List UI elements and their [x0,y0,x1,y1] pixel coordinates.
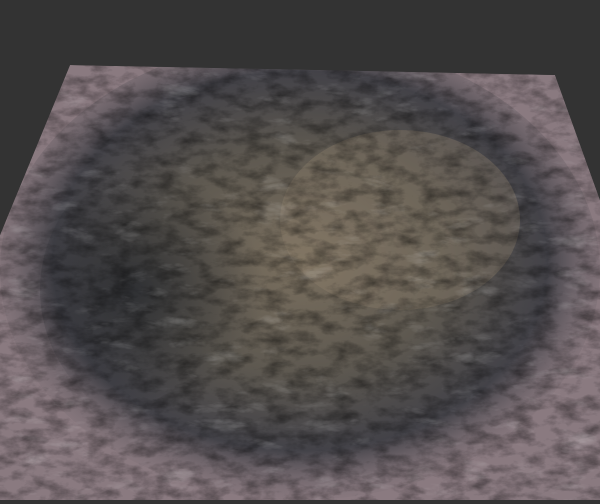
3d-viewport[interactable] [0,0,600,500]
terrain-render [0,65,600,500]
